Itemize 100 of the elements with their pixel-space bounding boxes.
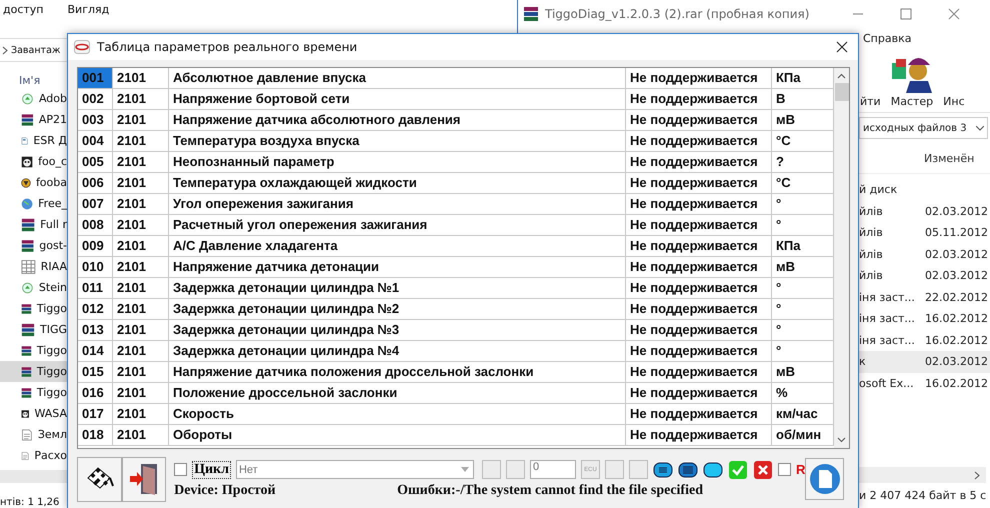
table-cell[interactable]: 004: [78, 131, 113, 152]
file-row[interactable]: gost-: [0, 235, 67, 256]
table-cell: Не поддерживается: [626, 131, 772, 152]
table-cell[interactable]: 015: [78, 362, 113, 383]
file-row[interactable]: fooba: [0, 172, 67, 194]
file-row[interactable]: foo_c: [0, 151, 67, 172]
table-cell: Положение дроссельной заслонки: [169, 383, 626, 404]
record-checkbox[interactable]: [778, 463, 791, 476]
list-pill-icon[interactable]: [652, 460, 673, 478]
exit-button[interactable]: [122, 456, 166, 502]
menu-item[interactable]: Справка: [863, 32, 912, 44]
table-cell: Задержка детонации цилиндра №4: [169, 341, 626, 362]
table-cell: Неопознанный параметр: [169, 152, 626, 173]
table-cell: 2101: [113, 110, 169, 131]
file-name: Tiggo: [36, 386, 67, 400]
table-cell: Температура воздуха впуска: [169, 131, 626, 152]
check-icon[interactable]: [728, 460, 748, 480]
dropdown[interactable]: исходных файлов 3: [859, 117, 988, 139]
file-row[interactable]: RIAA: [0, 256, 67, 278]
table-cell[interactable]: 013: [78, 320, 113, 341]
file-type: іня заст...: [859, 290, 916, 304]
pill-icon[interactable]: [702, 460, 723, 478]
file-type: йлів: [859, 204, 884, 218]
table-cell[interactable]: 018: [78, 425, 113, 446]
file-row[interactable]: ESR Д: [0, 130, 67, 152]
file-row[interactable]: Adob: [0, 88, 67, 110]
vertical-scrollbar[interactable]: [834, 68, 849, 448]
table-cell: Обороты: [169, 425, 626, 446]
menu-item[interactable]: доступ: [3, 2, 44, 16]
table-cell[interactable]: 005: [78, 152, 113, 173]
table-cell: Не поддерживается: [626, 404, 772, 425]
column-header[interactable]: Ім'я: [19, 74, 49, 88]
file-row[interactable]: Tiggo: [0, 340, 67, 362]
table-cell[interactable]: 006: [78, 173, 113, 194]
mode-dropdown[interactable]: Нет: [236, 460, 474, 479]
table-cell: Температура охлаждающей жидкости: [169, 173, 626, 194]
table-cell[interactable]: 009: [78, 236, 113, 257]
help-button[interactable]: [805, 458, 844, 500]
door-exit-icon: [128, 462, 159, 496]
book-stack-icon: [21, 322, 35, 338]
table-cell: Абсолютное давление впуска: [169, 68, 626, 89]
horizontal-scrollbar[interactable]: [859, 467, 986, 483]
table-cell: 2101: [113, 173, 169, 194]
toolbar-button[interactable]: йти: [859, 93, 882, 112]
table-cell: Напряжение датчика абсолютного давления: [169, 110, 626, 131]
table-cell[interactable]: 012: [78, 299, 113, 320]
file-row[interactable]: Free_: [0, 193, 67, 214]
file-row[interactable]: WASA: [0, 403, 67, 424]
table-cell: Не поддерживается: [626, 194, 772, 215]
file-row[interactable]: Tiggo: [0, 382, 67, 404]
table-cell: Не поддерживается: [626, 110, 772, 131]
count-field[interactable]: 0: [530, 460, 576, 479]
file-row[interactable]: Tiggo: [0, 298, 67, 320]
file-name: RIAA: [40, 260, 67, 274]
book-stack-icon: [523, 6, 539, 22]
file-row[interactable]: Расхо: [0, 445, 67, 466]
table-cell: Не поддерживается: [626, 257, 772, 278]
file-row[interactable]: AP21: [0, 109, 67, 130]
close-icon[interactable]: [836, 41, 848, 53]
table-cell[interactable]: 001: [78, 68, 113, 89]
table-cell: Не поддерживается: [626, 89, 772, 110]
toolbar-button[interactable]: Инс: [942, 93, 966, 112]
document-icon: [21, 426, 33, 443]
file-name: fooba: [36, 176, 67, 190]
file-name: Free_: [38, 197, 67, 210]
flag-button[interactable]: [77, 456, 122, 502]
app-logo-icon: [74, 40, 90, 54]
table-cell[interactable]: 008: [78, 215, 113, 236]
error-text: Ошибки:-/The system cannot find the file specified: [397, 482, 703, 498]
file-row[interactable]: Земл: [0, 424, 67, 446]
cycle-checkbox[interactable]: [174, 463, 188, 476]
scroll-thumb[interactable]: [834, 83, 848, 101]
table-cell: 2101: [113, 131, 169, 152]
toolbar-button[interactable]: Мастер: [890, 93, 934, 112]
table-cell[interactable]: 011: [78, 278, 113, 299]
table-cell[interactable]: 016: [78, 383, 113, 404]
file-name: ESR Д: [33, 134, 67, 148]
checkbox-label[interactable]: Цикл: [192, 460, 231, 478]
file-row[interactable]: Tiggo: [0, 361, 67, 382]
maximize-icon[interactable]: [900, 8, 912, 20]
checkbox-label[interactable]: R: [796, 462, 806, 477]
table-cell[interactable]: 007: [78, 194, 113, 215]
file-type: йлів: [859, 248, 884, 261]
file-type: йлів: [859, 226, 884, 240]
file-row[interactable]: Stein: [0, 277, 67, 298]
table-cell[interactable]: 002: [78, 89, 113, 110]
table-cell[interactable]: 003: [78, 110, 113, 131]
status-text: и 2 407 424 байт в 5 с: [859, 489, 986, 502]
table-cell[interactable]: 014: [78, 341, 113, 362]
column-header[interactable]: Изменён: [924, 152, 974, 164]
book-stack-icon: [21, 238, 34, 254]
file-row[interactable]: Full r: [0, 214, 67, 236]
spreadsheet-icon: [21, 258, 36, 275]
cross-icon[interactable]: [752, 460, 773, 480]
file-row[interactable]: TIGG: [0, 319, 67, 340]
menu-item[interactable]: Вигляд: [68, 2, 110, 16]
table-cell[interactable]: 017: [78, 404, 113, 425]
list-pill-icon[interactable]: [678, 460, 698, 478]
table-cell[interactable]: 010: [78, 257, 113, 278]
horizontal-scrollbar[interactable]: [0, 470, 67, 483]
